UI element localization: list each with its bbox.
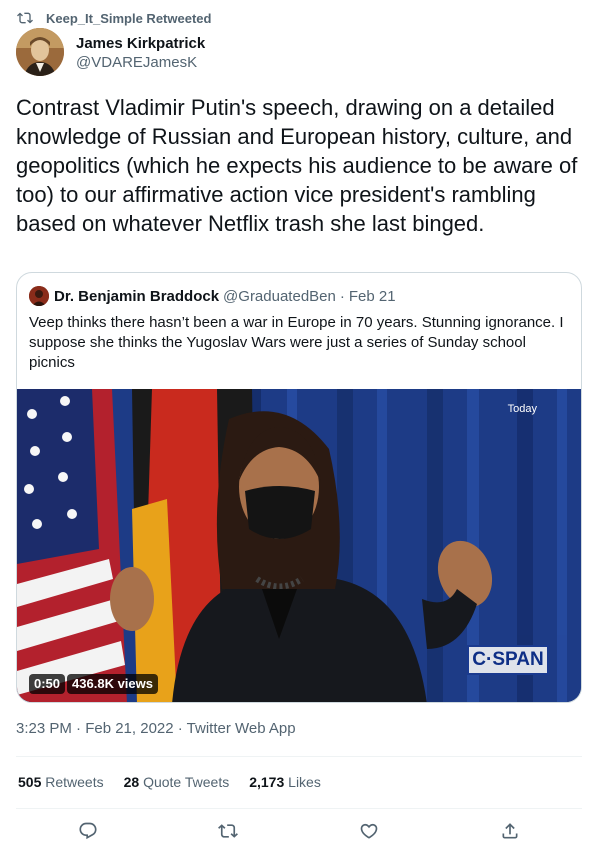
retweet-button[interactable] — [218, 821, 242, 845]
likes-count: 2,173 — [249, 774, 285, 790]
quotes-count: 28 — [123, 774, 140, 790]
video-views: 436.8K views — [67, 674, 158, 694]
video-player[interactable]: Today C·SPAN 0:50 436.8K views — [17, 389, 581, 702]
video-badges: 0:50 436.8K views — [29, 674, 160, 694]
quote-header: Dr. Benjamin Braddock @GraduatedBen · Fe… — [29, 286, 396, 306]
video-duration: 0:50 — [29, 674, 66, 694]
avatar[interactable] — [16, 28, 64, 76]
retweets-label: Retweets — [45, 774, 104, 790]
divider — [16, 808, 582, 809]
like-icon — [360, 823, 378, 839]
like-button[interactable] — [359, 821, 383, 845]
action-bar — [0, 815, 598, 851]
reply-button[interactable] — [78, 821, 102, 845]
quote-text: Veep thinks there hasn’t been a war in E… — [29, 314, 564, 371]
tweet-author: James Kirkpatrick @VDAREJamesK — [16, 28, 205, 76]
retweet-context[interactable]: Keep_It_Simple Retweeted — [17, 9, 211, 27]
likes-label: Likes — [288, 774, 321, 790]
author-handle[interactable]: @VDAREJamesK — [76, 53, 205, 72]
retweet-icon — [218, 824, 238, 838]
quote-author-name: Dr. Benjamin Braddock — [54, 287, 220, 305]
author-name[interactable]: James Kirkpatrick — [76, 34, 205, 53]
quote-avatar — [29, 286, 49, 306]
quote-author-handle: @GraduatedBen — [223, 287, 336, 305]
tweet-text: Contrast Vladimir Putin's speech, drawin… — [16, 95, 578, 236]
retweet-icon — [17, 12, 33, 24]
retweets-count: 505 — [18, 774, 42, 790]
tweet-stats: 505 Retweets 28 Quote Tweets 2,173 Likes — [18, 774, 341, 790]
likes-stat[interactable]: 2,173 Likes — [249, 774, 321, 790]
quote-date[interactable]: Feb 21 — [349, 288, 396, 305]
video-watermark: Today — [507, 403, 537, 415]
quote-tweets-stat[interactable]: 28 Quote Tweets — [124, 774, 230, 790]
reply-icon — [79, 822, 97, 840]
share-icon — [502, 823, 518, 839]
tweet-timestamp[interactable]: 3:23 PM · Feb 21, 2022 · Twitter Web App — [16, 720, 296, 737]
quote-tweet[interactable]: Dr. Benjamin Braddock @GraduatedBen · Fe… — [16, 272, 582, 703]
share-button[interactable] — [500, 821, 524, 845]
cspan-logo: C·SPAN — [467, 645, 549, 675]
quotes-label: Quote Tweets — [143, 774, 230, 790]
quote-separator: · — [339, 287, 345, 305]
retweet-context-label: Keep_It_Simple Retweeted — [46, 10, 212, 26]
divider — [16, 756, 582, 757]
retweets-stat[interactable]: 505 Retweets — [18, 774, 104, 790]
